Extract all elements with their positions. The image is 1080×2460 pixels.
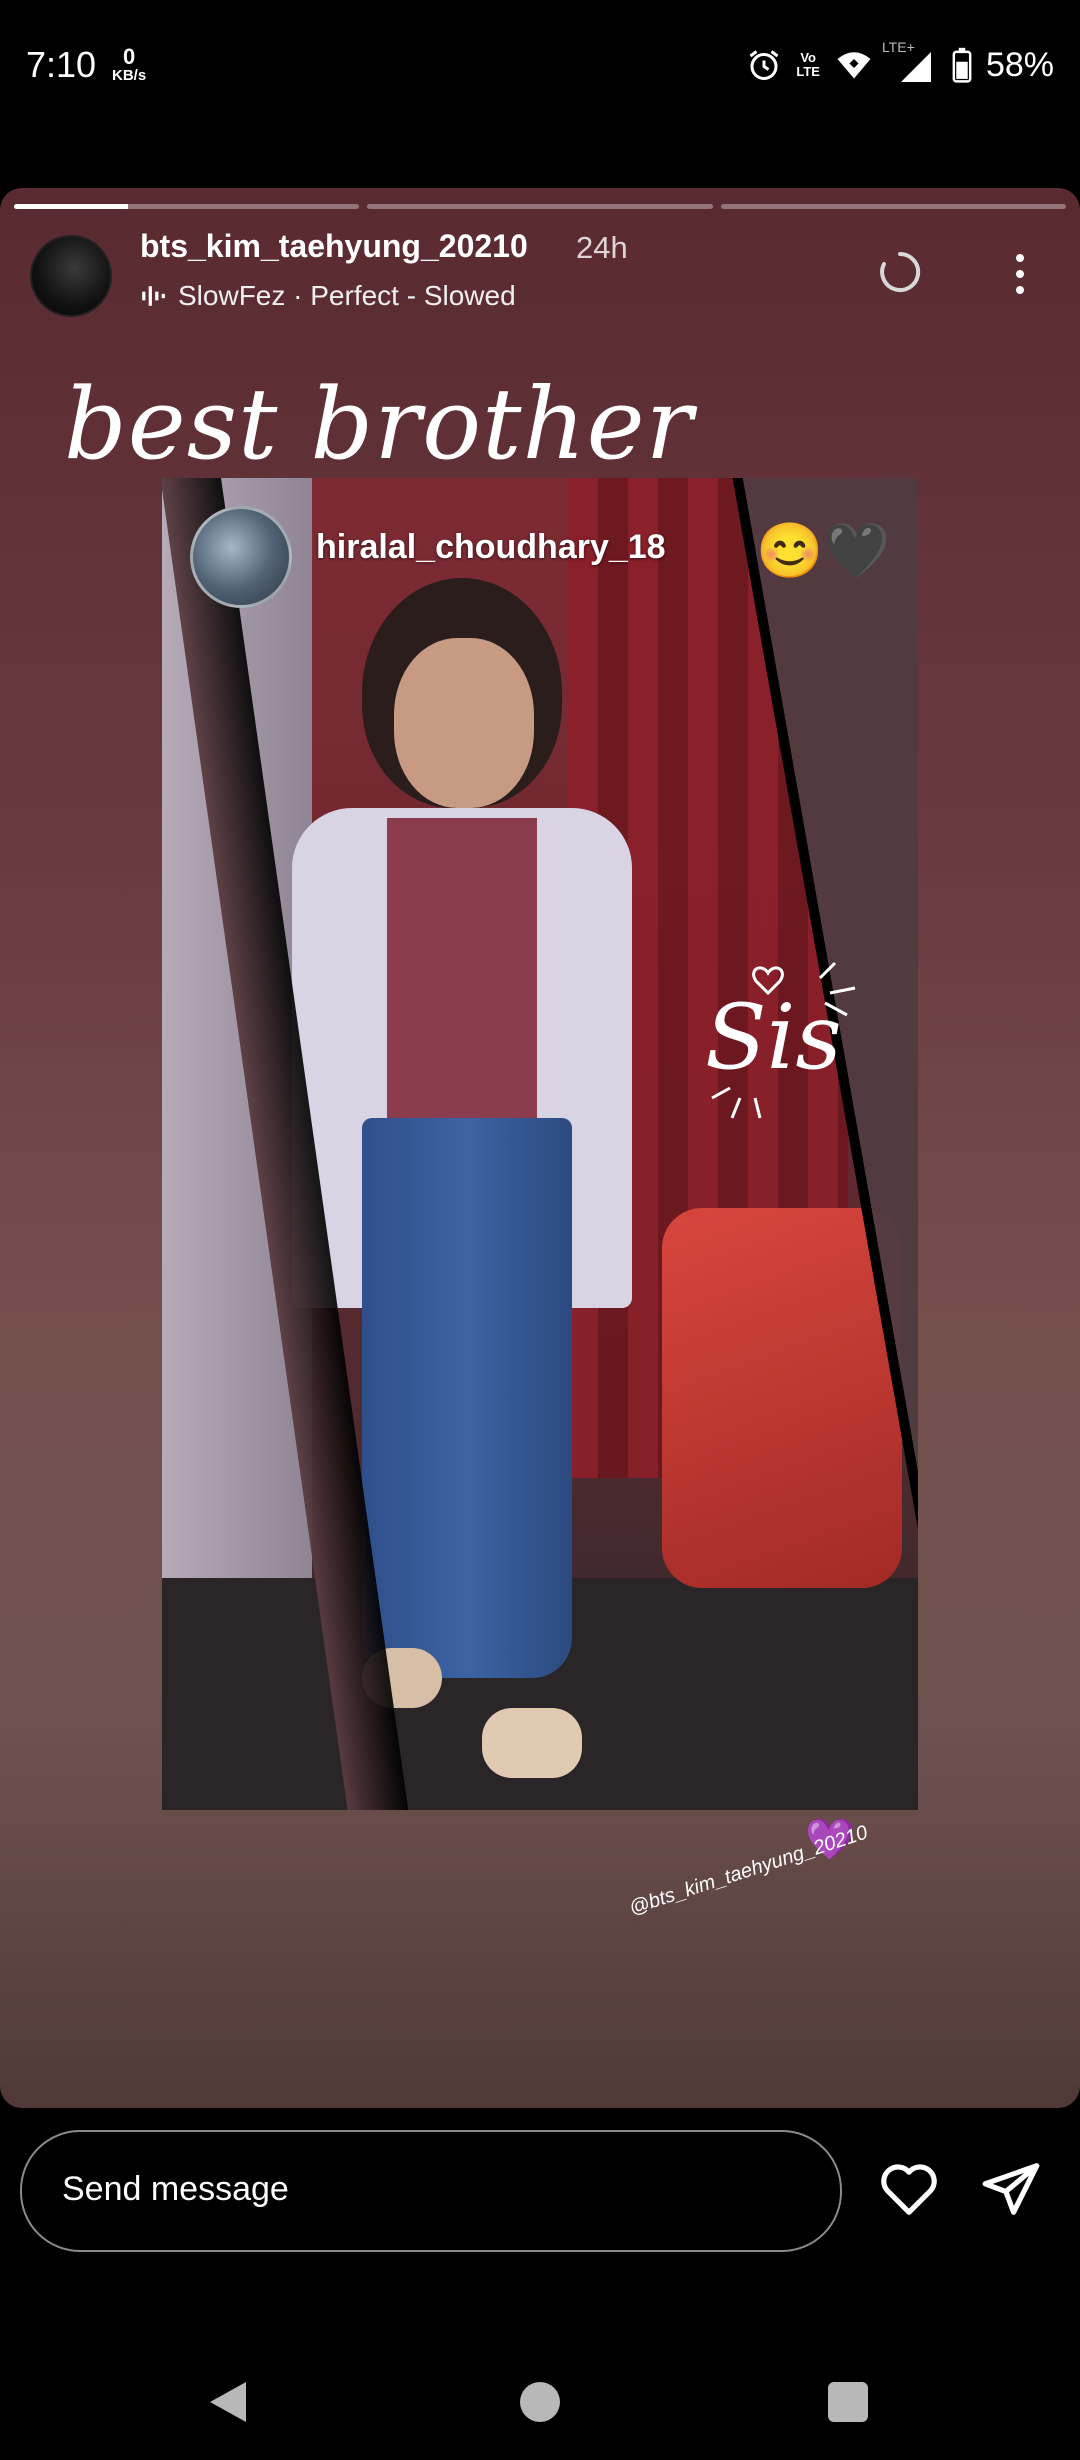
battery-icon [952, 47, 972, 83]
audio-bars-icon [142, 286, 165, 306]
loading-spinner-icon [880, 251, 921, 292]
mention-username[interactable]: hiralal_choudhary_18 [316, 528, 666, 567]
story-photo [162, 478, 918, 1810]
volte-icon: Vo LTE [796, 51, 820, 79]
network-speed-unit: KB/s [112, 67, 147, 84]
mention-avatar[interactable] [190, 506, 292, 608]
recent-apps-icon[interactable] [828, 2382, 868, 2422]
status-bar: 7:10 0 KB/s Vo LTE LTE+ 58% [0, 0, 1080, 135]
volte-top: Vo [800, 50, 816, 65]
sis-text: Sis [705, 985, 842, 1090]
home-icon[interactable] [520, 2382, 560, 2422]
story-time: 24h [576, 230, 628, 265]
progress-fill [14, 204, 128, 209]
shirt-image [387, 818, 537, 1118]
jeans-image [362, 1118, 572, 1678]
status-time: 7:10 [26, 44, 97, 85]
shoe-image [482, 1708, 582, 1778]
network-speed-value: 0 [122, 44, 136, 69]
like-heart-icon[interactable] [876, 2158, 942, 2220]
share-send-icon[interactable] [978, 2158, 1044, 2220]
alarm-icon [749, 50, 779, 80]
story-text-best-brother: best brother [64, 368, 694, 482]
send-message-placeholder: Send message [62, 2170, 289, 2208]
sis-sticker: Sis [705, 961, 856, 1119]
music-label[interactable]: SlowFez · Perfect - Slowed [140, 280, 516, 312]
back-icon[interactable] [206, 2378, 250, 2426]
backpack-image [662, 1208, 902, 1588]
watermark-text: @bts_kim_taehyung_20210 [626, 1821, 871, 1920]
story-progress [14, 204, 1066, 209]
network-speed: 0 KB/s [112, 46, 146, 84]
progress-segment [14, 204, 360, 209]
more-options-icon[interactable] [1000, 244, 1040, 304]
signal-icon: LTE+ [882, 39, 938, 85]
status-icons: Vo LTE LTE+ 58% [746, 39, 1054, 90]
emoji-sticker: 😊🖤 [756, 521, 891, 581]
story-viewer[interactable]: bts_kim_taehyung_20210 24h SlowFez · Per… [0, 188, 1080, 2108]
progress-segment [367, 204, 713, 209]
music-text: SlowFez · Perfect - Slowed [178, 280, 516, 311]
author-username[interactable]: bts_kim_taehyung_20210 [140, 228, 528, 265]
send-message-input[interactable]: Send message [20, 2130, 842, 2252]
progress-segment [720, 204, 1066, 209]
battery-percent: 58% [985, 45, 1054, 84]
face-image [394, 638, 534, 808]
volte-bottom: LTE [796, 64, 820, 79]
author-avatar[interactable] [30, 235, 112, 317]
wifi-icon [837, 52, 871, 79]
